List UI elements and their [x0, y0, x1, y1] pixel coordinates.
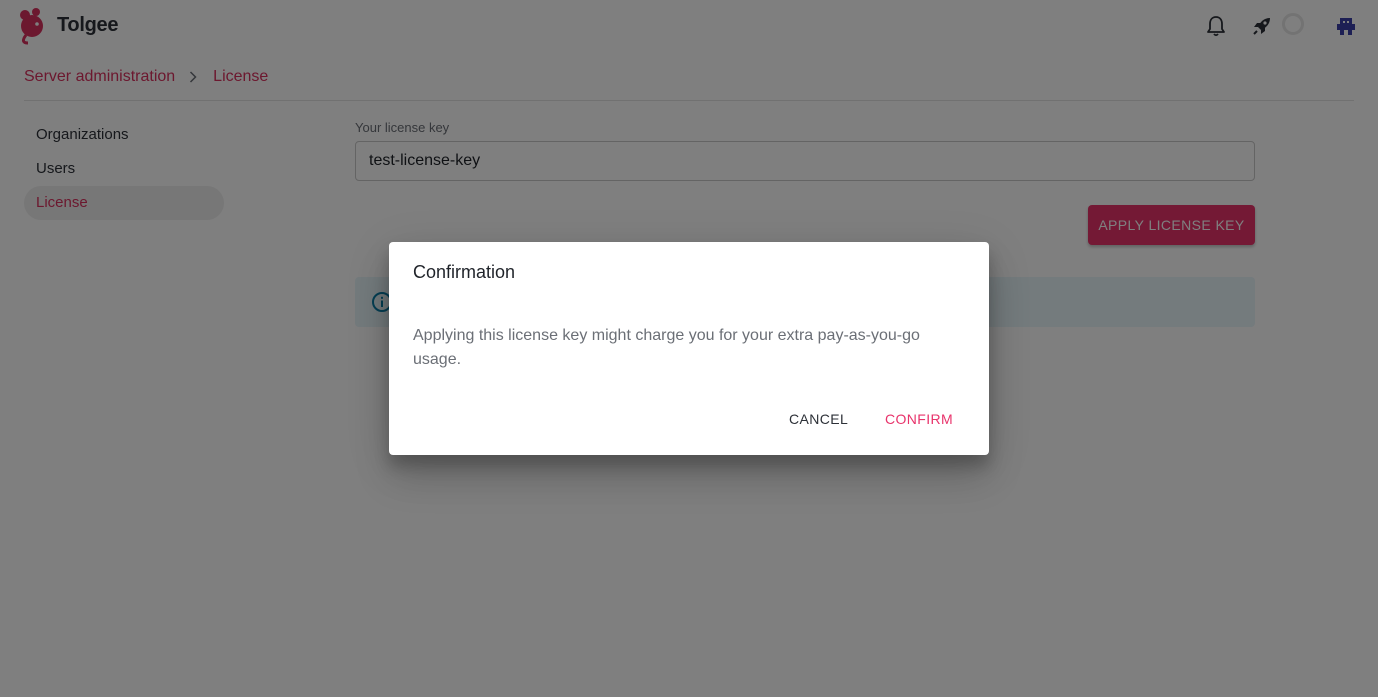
- confirm-button[interactable]: CONFIRM: [885, 406, 953, 432]
- dialog-title: Confirmation: [413, 262, 516, 282]
- cancel-button[interactable]: CANCEL: [789, 406, 848, 432]
- dialog-message: Applying this license key might charge y…: [413, 327, 920, 368]
- confirmation-dialog: Confirmation Applying this license key m…: [389, 242, 989, 455]
